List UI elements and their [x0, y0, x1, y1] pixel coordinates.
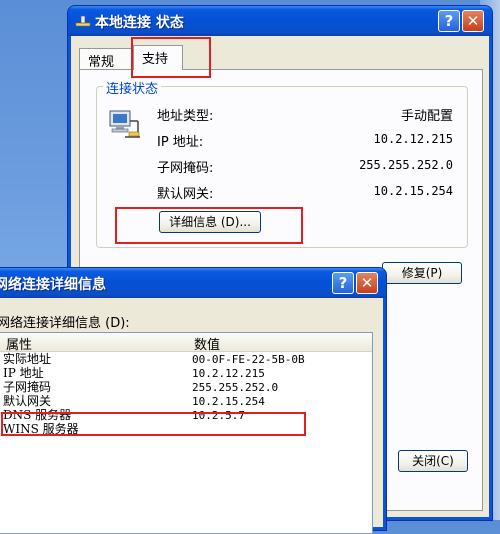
property-cell: 默认网关 — [3, 394, 52, 408]
details-window: 网络连接详细信息 ? ✕ 网络连接详细信息 (D): 属性 数值 实际地址 00… — [0, 268, 386, 534]
network-computer-icon — [107, 107, 141, 141]
ip-address-label: IP 地址: — [157, 135, 204, 150]
default-gateway-label: 默认网关: — [157, 187, 214, 202]
details-close-button[interactable]: ✕ — [356, 272, 378, 294]
tab-general[interactable]: 常规 — [79, 48, 133, 70]
property-cell: 子网掩码 — [3, 380, 52, 394]
value-cell: 10.2.5.7 — [192, 409, 245, 422]
value-cell: 10.2.12.215 — [192, 367, 265, 380]
table-row[interactable]: 实际地址 00-0F-FE-22-5B-0B — [0, 352, 372, 367]
table-row[interactable]: DNS 服务器 10.2.5.7 — [0, 408, 372, 423]
details-help-button[interactable]: ? — [332, 272, 354, 294]
property-cell: DNS 服务器 — [3, 408, 72, 422]
property-cell: 实际地址 — [3, 352, 52, 366]
value-cell: 00-0F-FE-22-5B-0B — [192, 353, 305, 366]
table-row[interactable]: IP 地址 10.2.12.215 — [0, 366, 372, 381]
address-type-value: 手动配置 — [400, 109, 453, 124]
details-list[interactable]: 属性 数值 实际地址 00-0F-FE-22-5B-0B IP 地址 10.2.… — [0, 332, 373, 534]
address-type-label: 地址类型: — [157, 109, 214, 124]
table-row[interactable]: WINS 服务器 — [0, 423, 372, 436]
column-header-value[interactable]: 数值 — [194, 334, 220, 353]
repair-button[interactable]: 修复(P) — [382, 262, 462, 284]
value-cell: 10.2.15.254 — [192, 395, 265, 408]
default-gateway-value: 10.2.15.254 — [373, 184, 453, 198]
subnet-mask-label: 子网掩码: — [157, 161, 214, 176]
table-row[interactable]: 子网掩码 255.255.252.0 — [0, 380, 372, 395]
tab-support[interactable]: 支持 — [133, 45, 183, 70]
value-cell: 255.255.252.0 — [192, 381, 279, 394]
details-titlebar[interactable]: 网络连接详细信息 ? ✕ — [0, 268, 386, 298]
ip-address-value: 10.2.12.215 — [373, 132, 453, 146]
details-window-title: 网络连接详细信息 — [0, 277, 106, 293]
close-window-button[interactable]: ✕ — [462, 10, 484, 32]
close-button[interactable]: 关闭(C) — [398, 450, 468, 472]
list-header: 属性 数值 — [0, 333, 372, 353]
subnet-mask-value: 255.255.252.0 — [359, 158, 453, 172]
group-title: 连接状态 — [103, 78, 162, 97]
network-connection-icon — [75, 14, 91, 28]
property-cell: WINS 服务器 — [3, 422, 79, 436]
details-caption: 网络连接详细信息 (D): — [0, 316, 130, 331]
tab-support-label: 支持 — [142, 52, 169, 67]
connection-status-group: 连接状态 地址类型: 手动配置 IP 地址: 10.2.12.215 子网掩码:… — [96, 78, 468, 248]
details-button[interactable]: 详细信息 (D)... — [159, 211, 261, 233]
tab-general-label: 常规 — [88, 55, 115, 70]
column-header-property[interactable]: 属性 — [6, 334, 32, 353]
details-client-area: 网络连接详细信息 (D): 属性 数值 实际地址 00-0F-FE-22-5B-… — [0, 298, 383, 534]
property-cell: IP 地址 — [3, 366, 44, 380]
status-window-title: 本地连接 状态 — [95, 15, 184, 31]
table-row[interactable]: 默认网关 10.2.15.254 — [0, 394, 372, 409]
status-titlebar[interactable]: 本地连接 状态 ? ✕ — [68, 6, 492, 36]
help-button[interactable]: ? — [438, 10, 460, 32]
